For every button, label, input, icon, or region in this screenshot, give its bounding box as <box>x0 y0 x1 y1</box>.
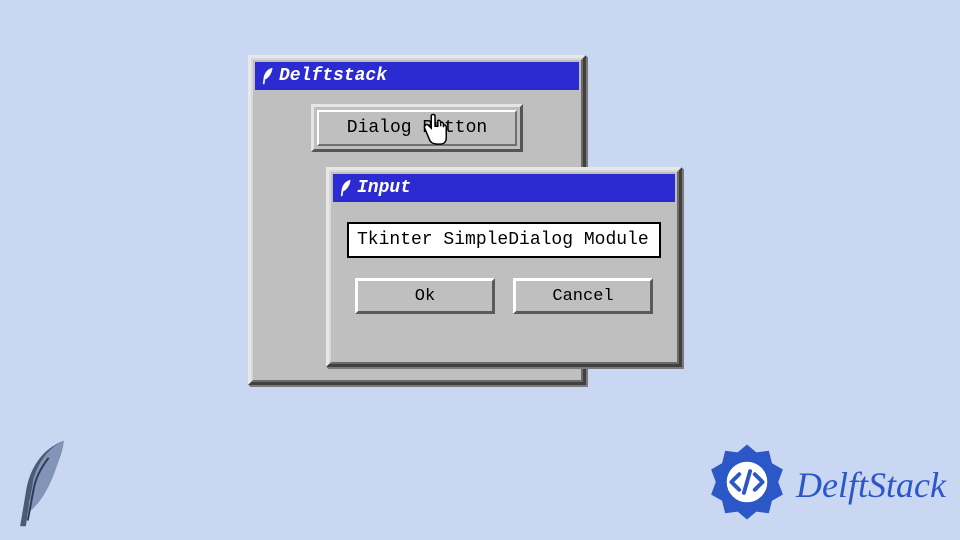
main-window-title: Delftstack <box>279 66 387 86</box>
input-dialog-button-row: Ok Cancel <box>347 278 661 314</box>
feather-icon <box>259 66 275 86</box>
cancel-button[interactable]: Cancel <box>513 278 653 314</box>
input-dialog-textfield[interactable] <box>347 222 661 258</box>
ok-button-label: Ok <box>415 287 435 306</box>
cancel-button-label: Cancel <box>552 287 613 306</box>
ok-button[interactable]: Ok <box>355 278 495 314</box>
input-dialog: Input Ok Cancel <box>326 167 682 367</box>
brand-name: DelftStack <box>796 464 946 506</box>
dialog-button-label: Dialog Button <box>347 118 487 138</box>
brand-logo: DelftStack <box>708 443 946 526</box>
input-dialog-body: Ok Cancel <box>333 202 675 326</box>
input-dialog-title: Input <box>357 178 411 198</box>
code-badge-icon <box>708 443 786 526</box>
main-window-titlebar[interactable]: Delftstack <box>255 62 579 90</box>
feather-icon <box>337 178 353 198</box>
input-dialog-inner: Input Ok Cancel <box>329 170 679 364</box>
dialog-button[interactable]: Dialog Button <box>311 104 523 152</box>
dialog-button-inner: Dialog Button <box>317 110 517 146</box>
feather-icon <box>8 437 76 532</box>
input-dialog-titlebar[interactable]: Input <box>333 174 675 202</box>
